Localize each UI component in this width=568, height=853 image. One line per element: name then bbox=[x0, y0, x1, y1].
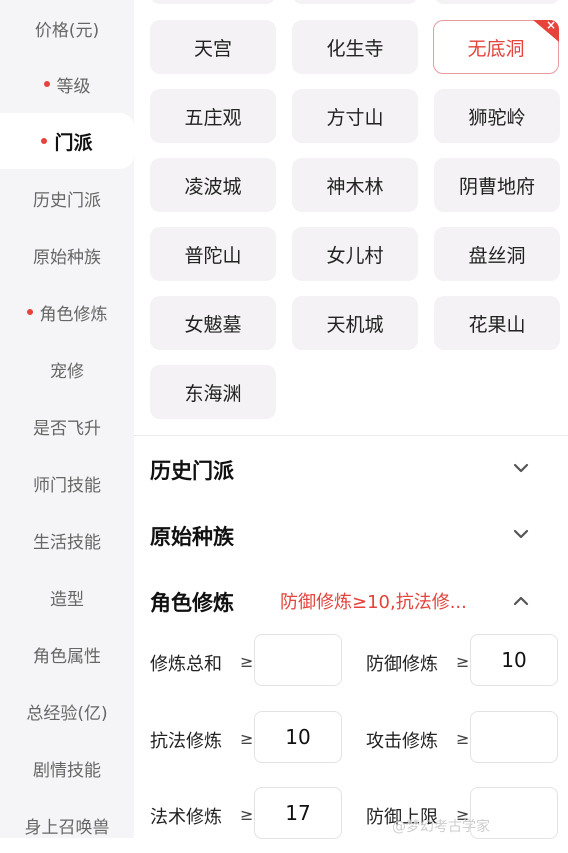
school-option[interactable]: 女儿村 bbox=[292, 227, 418, 281]
school-option-label: 东海渊 bbox=[184, 382, 242, 405]
sidebar-item-life-skills[interactable]: 生活技能 bbox=[0, 512, 134, 568]
spell-cultivation-input[interactable]: 17 bbox=[254, 787, 342, 839]
sidebar-item-school-skills[interactable]: 师门技能 bbox=[0, 455, 134, 511]
section-title-race[interactable]: 原始种族 bbox=[150, 521, 234, 551]
school-option-label: 方寸山 bbox=[326, 106, 384, 129]
section-title-history-school[interactable]: 历史门派 bbox=[150, 455, 234, 485]
sidebar-item-label: 历史门派 bbox=[33, 190, 101, 211]
sidebar-item-label: 身上召唤兽 bbox=[24, 817, 110, 838]
watermark: @梦幻考古学家 bbox=[392, 819, 490, 835]
school-option[interactable]: 凌波城 bbox=[150, 158, 276, 212]
school-option[interactable]: 方寸山 bbox=[292, 89, 418, 143]
school-option[interactable]: 狮驼岭 bbox=[434, 89, 560, 143]
school-option-label: 五庄观 bbox=[184, 106, 242, 129]
active-filter-dot-icon bbox=[41, 138, 48, 144]
sidebar-item-label: 价格(元) bbox=[34, 20, 100, 41]
sidebar-item-label: 门派 bbox=[54, 131, 93, 154]
field-label: 法术修炼 bbox=[150, 807, 222, 828]
chevron-down-icon[interactable] bbox=[511, 524, 531, 544]
section-title-cultivation[interactable]: 角色修炼 bbox=[150, 587, 234, 617]
school-option-label: 阴曹地府 bbox=[458, 175, 535, 198]
school-option-label: 狮驼岭 bbox=[468, 106, 526, 129]
school-option-label: 凌波城 bbox=[184, 175, 242, 198]
school-option[interactable]: 阴曹地府 bbox=[434, 158, 560, 212]
school-option-partial[interactable] bbox=[292, 0, 418, 4]
sidebar-item-label: 角色属性 bbox=[33, 646, 101, 667]
school-option-label: 天机城 bbox=[326, 313, 384, 336]
school-option-label: 花果山 bbox=[468, 313, 526, 336]
sidebar-item-history-school[interactable]: 历史门派 bbox=[0, 170, 134, 226]
sidebar-item-ascension[interactable]: 是否飞升 bbox=[0, 398, 134, 454]
sidebar-item-label: 宠修 bbox=[50, 361, 84, 382]
sidebar-item-attributes[interactable]: 角色属性 bbox=[0, 626, 134, 682]
magic-resist-cultivation-input[interactable]: 10 bbox=[254, 711, 342, 763]
active-filter-dot-icon bbox=[26, 309, 33, 315]
school-option[interactable]: 普陀山 bbox=[150, 227, 276, 281]
sidebar-item-experience[interactable]: 总经验(亿) bbox=[0, 683, 134, 739]
gte-symbol: ≥ bbox=[240, 729, 254, 748]
sidebar-item-summons[interactable]: 身上召唤兽 bbox=[0, 797, 134, 853]
sidebar-item-cultivation[interactable]: 角色修炼 bbox=[0, 284, 134, 340]
cultivation-summary: 防御修炼≥10,抗法修... bbox=[280, 592, 467, 613]
chevron-up-icon[interactable] bbox=[511, 591, 531, 611]
defense-cultivation-input[interactable]: 10 bbox=[470, 634, 558, 686]
school-option[interactable]: 女魃墓 bbox=[150, 296, 276, 350]
school-option-selected[interactable]: 无底洞 × bbox=[433, 20, 559, 74]
sidebar-item-race[interactable]: 原始种族 bbox=[0, 227, 134, 283]
school-option-label: 普陀山 bbox=[184, 244, 242, 267]
school-option-label: 化生寺 bbox=[326, 37, 384, 60]
sidebar-item-label: 等级 bbox=[56, 76, 91, 97]
school-option[interactable]: 化生寺 bbox=[292, 20, 418, 74]
sidebar-item-story-skills[interactable]: 剧情技能 bbox=[0, 740, 134, 796]
school-option[interactable]: 盘丝洞 bbox=[434, 227, 560, 281]
school-option-partial[interactable] bbox=[434, 0, 560, 4]
school-option[interactable]: 花果山 bbox=[434, 296, 560, 350]
school-option-label: 无底洞 bbox=[467, 37, 525, 60]
sidebar-item-label: 造型 bbox=[50, 589, 84, 610]
chevron-down-icon[interactable] bbox=[511, 458, 531, 478]
active-filter-dot-icon bbox=[43, 81, 50, 87]
filter-sidebar: 价格(元) 等级 门派 历史门派 原始种族 角色修炼 宠修 是否飞升 师门技能 … bbox=[0, 0, 134, 838]
school-option-label: 女魃墓 bbox=[184, 313, 242, 336]
sidebar-item-pet-cultivation[interactable]: 宠修 bbox=[0, 341, 134, 397]
field-label: 攻击修炼 bbox=[366, 731, 438, 752]
gte-symbol: ≥ bbox=[240, 652, 254, 671]
close-icon[interactable]: × bbox=[533, 20, 559, 42]
sidebar-item-label: 是否飞升 bbox=[33, 418, 101, 439]
close-mark: × bbox=[545, 18, 556, 32]
sidebar-item-school[interactable]: 门派 bbox=[0, 113, 134, 169]
school-option[interactable]: 神木林 bbox=[292, 158, 418, 212]
sidebar-item-price[interactable]: 价格(元) bbox=[0, 0, 134, 56]
gte-symbol: ≥ bbox=[456, 729, 470, 748]
school-option[interactable]: 天宫 bbox=[150, 20, 276, 74]
school-option[interactable]: 五庄观 bbox=[150, 89, 276, 143]
sidebar-item-label: 师门技能 bbox=[33, 475, 101, 496]
field-label: 修炼总和 bbox=[150, 654, 222, 675]
sidebar-item-label: 角色修炼 bbox=[39, 304, 108, 325]
sidebar-item-label: 原始种族 bbox=[33, 247, 101, 268]
sidebar-item-label: 总经验(亿) bbox=[26, 703, 108, 724]
school-option[interactable]: 天机城 bbox=[292, 296, 418, 350]
section-divider bbox=[134, 435, 568, 436]
sidebar-item-level[interactable]: 等级 bbox=[0, 56, 134, 112]
attack-cultivation-input[interactable] bbox=[470, 711, 558, 763]
sidebar-item-label: 剧情技能 bbox=[33, 760, 101, 781]
field-label: 抗法修炼 bbox=[150, 731, 222, 752]
gte-symbol: ≥ bbox=[456, 652, 470, 671]
school-option[interactable]: 东海渊 bbox=[150, 365, 276, 419]
field-label: 防御修炼 bbox=[366, 654, 438, 675]
school-option-partial[interactable] bbox=[150, 0, 276, 4]
school-option-label: 神木林 bbox=[326, 175, 384, 198]
sidebar-item-label: 生活技能 bbox=[33, 532, 101, 553]
school-option-label: 天宫 bbox=[193, 37, 232, 60]
sidebar-item-appearance[interactable]: 造型 bbox=[0, 569, 134, 625]
total-cultivation-input[interactable] bbox=[254, 634, 342, 686]
school-option-label: 女儿村 bbox=[326, 244, 384, 267]
school-option-label: 盘丝洞 bbox=[468, 244, 526, 267]
gte-symbol: ≥ bbox=[240, 805, 254, 824]
